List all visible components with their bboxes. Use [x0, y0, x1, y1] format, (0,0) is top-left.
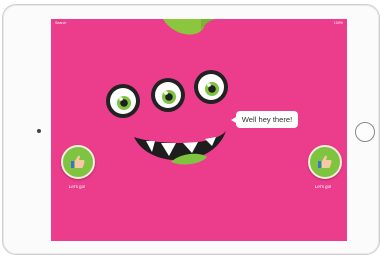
ipad-frame: Search 9:41 AM 100% — [2, 4, 380, 255]
lets-go-button-left[interactable] — [61, 145, 95, 179]
thumbs-up-icon — [71, 155, 85, 168]
home-button[interactable] — [355, 122, 375, 142]
speech-bubble: Well hey there! — [231, 111, 298, 128]
thumbs-up-icon — [318, 155, 332, 168]
camera-dot — [37, 129, 41, 133]
leaf-icon — [163, 19, 217, 35]
monster-eye-left — [106, 84, 140, 118]
monster-scene — [106, 19, 228, 165]
monster-eye-middle — [151, 78, 185, 112]
lets-go-label-right: Let's go! — [314, 184, 332, 189]
monster-eye-right — [194, 70, 228, 104]
monster-mouth — [134, 131, 226, 165]
lets-go-button-right[interactable] — [308, 145, 342, 179]
lets-go-label-left: Let's go! — [68, 184, 86, 189]
app-screen: Search 9:41 AM 100% — [51, 19, 347, 241]
